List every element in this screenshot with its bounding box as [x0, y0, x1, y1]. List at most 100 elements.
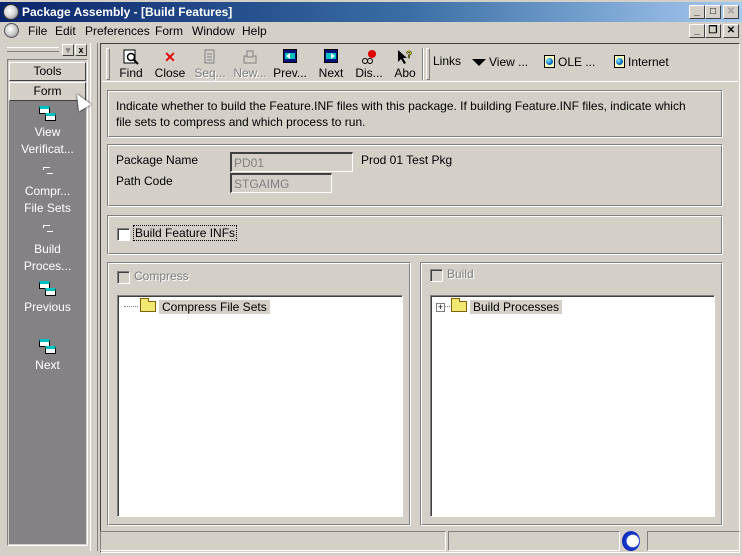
- tab-tools[interactable]: Tools: [9, 62, 86, 81]
- tree-connector: [124, 306, 138, 307]
- tree-node-build-processes[interactable]: + Build Processes: [436, 298, 563, 315]
- about-icon: ?: [397, 49, 413, 65]
- form-exits-list: View Verificat... Compr... File Sets Bui…: [9, 101, 86, 544]
- document-globe-icon[interactable]: [4, 23, 19, 38]
- status-cell-1: [100, 531, 446, 551]
- close-button[interactable]: ✕ Close: [152, 47, 188, 81]
- menu-edit[interactable]: Edit: [55, 24, 76, 38]
- new-icon: [242, 49, 258, 65]
- package-name-field[interactable]: PD01: [230, 152, 353, 172]
- ole-button[interactable]: OLE ...: [544, 55, 595, 69]
- package-info-panel: Package Name PD01 Prod 01 Test Pkg Path …: [107, 144, 723, 207]
- dash-icon: [39, 223, 57, 239]
- svg-text:?: ?: [406, 50, 412, 61]
- about-label: Abo: [394, 66, 416, 80]
- status-bar: [100, 530, 740, 552]
- view-menu-button[interactable]: View ...: [472, 55, 528, 69]
- exit-label: Build: [34, 242, 61, 256]
- build-checkbox[interactable]: [430, 269, 443, 282]
- menu-preferences[interactable]: Preferences: [85, 24, 150, 38]
- app-globe-icon[interactable]: [3, 4, 19, 20]
- doc-restore-button[interactable]: ❐: [705, 24, 721, 38]
- display-button[interactable]: Dis...: [354, 47, 384, 81]
- exit-compress-file-sets[interactable]: Compr... File Sets: [9, 165, 86, 217]
- find-button[interactable]: Find: [116, 47, 146, 81]
- status-globe-icon: [622, 531, 640, 551]
- compress-label: Compress: [134, 269, 189, 283]
- application-window: Package Assembly - [Build Features] _ □ …: [0, 0, 742, 556]
- exit-label: Verificat...: [21, 142, 74, 156]
- compress-file-sets-tree[interactable]: Compress File Sets: [117, 295, 403, 517]
- compress-checkbox[interactable]: [117, 271, 130, 284]
- package-name-label: Package Name: [116, 153, 199, 167]
- new-label: New...: [233, 66, 267, 80]
- find-label: Find: [119, 66, 143, 80]
- build-processes-tree[interactable]: + Build Processes: [430, 295, 715, 517]
- menu-window[interactable]: Window: [192, 24, 235, 38]
- links-label: Links: [433, 54, 462, 68]
- sequence-button[interactable]: Seq...: [194, 47, 226, 81]
- exit-label: Compr...: [24, 184, 71, 198]
- menu-bar: File Edit Preferences Form Window Help _…: [0, 22, 742, 40]
- about-button[interactable]: ? Abo: [392, 47, 418, 81]
- menu-form[interactable]: Form: [155, 24, 183, 38]
- new-button[interactable]: New...: [232, 47, 268, 81]
- next-button[interactable]: Next: [316, 47, 346, 81]
- display-label: Dis...: [355, 66, 383, 80]
- menu-help[interactable]: Help: [242, 24, 267, 38]
- menu-file[interactable]: File: [28, 24, 47, 38]
- toolbar-grip[interactable]: [106, 48, 110, 80]
- minimize-button[interactable]: _: [689, 5, 705, 19]
- exit-previous[interactable]: Previous: [9, 281, 86, 316]
- folder-icon: [140, 298, 156, 312]
- panel-splitter[interactable]: [90, 43, 98, 551]
- path-code-field[interactable]: STGAIMG: [230, 173, 332, 193]
- window-link-icon: [38, 106, 57, 122]
- exit-next[interactable]: Next: [9, 339, 86, 374]
- previous-button[interactable]: Prev...: [272, 47, 308, 81]
- previous-icon: [283, 49, 297, 65]
- build-feature-panel: Build Feature INFs: [107, 215, 723, 255]
- build-feature-infs-label[interactable]: Build Feature INFs: [132, 225, 238, 241]
- exit-label: Proces...: [23, 259, 72, 273]
- panel-grip[interactable]: [7, 47, 59, 52]
- tree-node-compress-file-sets[interactable]: Compress File Sets: [124, 298, 270, 315]
- build-label: Build: [447, 267, 474, 281]
- exit-build-processes[interactable]: Build Proces...: [9, 223, 86, 275]
- maximize-button[interactable]: □: [705, 5, 721, 19]
- internet-button[interactable]: Internet: [614, 55, 669, 69]
- exit-label: Previous: [24, 300, 71, 314]
- title-bar: Package Assembly - [Build Features] _ □ …: [0, 2, 742, 22]
- close-window-button[interactable]: ✕: [723, 5, 739, 19]
- toolbar: Find ✕ Close Seq... New... Prev... Next …: [102, 45, 738, 82]
- window-title: Package Assembly - [Build Features]: [22, 5, 233, 19]
- exit-label: File Sets: [24, 201, 71, 215]
- expand-icon[interactable]: +: [436, 303, 445, 312]
- doc-minimize-button[interactable]: _: [689, 24, 705, 38]
- toolbar-grip[interactable]: [426, 48, 430, 80]
- exit-view-verification[interactable]: View Verificat...: [9, 106, 86, 158]
- close-x-icon: ✕: [164, 49, 176, 65]
- document-globe-icon: [544, 55, 555, 68]
- ole-label: OLE ...: [558, 55, 596, 69]
- exit-label: View: [34, 125, 61, 139]
- tree-node-label: Compress File Sets: [159, 300, 270, 314]
- exit-label: Next: [35, 358, 60, 372]
- view-label: View ...: [489, 55, 529, 69]
- status-cell-2: [448, 531, 620, 551]
- compress-panel: Compress Compress File Sets: [107, 262, 411, 526]
- close-label: Close: [154, 66, 186, 80]
- tree-connector: [445, 306, 450, 307]
- sequence-icon: [204, 49, 216, 65]
- instructions-line-2: file sets to compress and which process …: [116, 115, 366, 129]
- find-icon: [123, 49, 139, 65]
- dropdown-arrow-icon: [472, 59, 486, 66]
- left-panel-header: ▾ x: [2, 43, 88, 57]
- document-globe-icon: [614, 55, 625, 68]
- status-cell-3: [647, 531, 740, 551]
- next-label: Next: [318, 66, 344, 80]
- panel-dropdown-button[interactable]: ▾: [62, 44, 74, 56]
- build-feature-infs-checkbox[interactable]: [117, 228, 130, 241]
- panel-close-button[interactable]: x: [75, 44, 87, 56]
- doc-close-button[interactable]: ✕: [723, 24, 739, 38]
